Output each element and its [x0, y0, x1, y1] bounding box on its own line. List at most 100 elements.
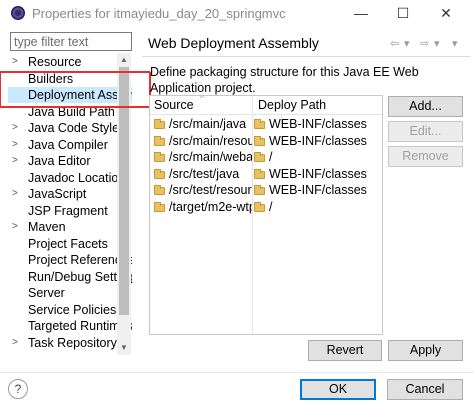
maximize-button[interactable]: ☐	[393, 4, 413, 22]
deploy-path: WEB-INF/classes	[269, 117, 367, 131]
tree-item[interactable]: Server	[8, 285, 132, 301]
tree-item[interactable]: Project References	[8, 252, 132, 268]
chevron-right-icon[interactable]: >	[12, 153, 22, 169]
tree-item-label: Java Build Path	[28, 104, 115, 119]
folder-icon	[254, 168, 265, 179]
help-icon[interactable]: ?	[8, 379, 28, 399]
tree-item[interactable]: Run/Debug Settings	[8, 269, 132, 285]
source-path: /src/test/resources	[169, 183, 252, 197]
folder-icon	[254, 135, 265, 146]
title-bar: Properties for itmayiedu_day_20_springmv…	[0, 0, 474, 28]
folder-icon	[154, 152, 165, 162]
minimize-button[interactable]: —	[351, 4, 371, 22]
tree-item[interactable]: Deployment Assembly	[8, 87, 132, 103]
tree-item-label: JSP Fragment	[28, 203, 108, 218]
source-path: /src/main/java	[169, 117, 247, 131]
tree-item-label: Javadoc Location	[28, 170, 126, 185]
tree-item[interactable]: Builders	[8, 71, 132, 87]
chevron-right-icon[interactable]: >	[12, 120, 22, 136]
tree-item-label: JavaScript	[28, 187, 87, 201]
table-row[interactable]: /src/main/webapp /	[150, 149, 382, 166]
tree-item[interactable]: Targeted Runtimes	[8, 318, 132, 334]
cancel-button[interactable]: Cancel	[387, 379, 463, 400]
remove-button[interactable]: Remove	[388, 146, 463, 167]
tree-scrollbar[interactable]: ▲ ▼	[117, 53, 131, 355]
deploy-cell: WEB-INF/classes	[254, 166, 380, 183]
deployment-table: Source ^ Deploy Path /src/main/java WEB-I…	[149, 95, 383, 335]
chevron-right-icon[interactable]: >	[12, 335, 22, 351]
tree-item-label: Java Code Style	[28, 121, 120, 135]
chevron-right-icon[interactable]: >	[12, 186, 22, 202]
tree-item-label: Builders	[28, 71, 74, 86]
tree-item-label: Resource	[28, 55, 82, 69]
deploy-cell: /	[254, 149, 380, 166]
column-header-source[interactable]: Source	[154, 98, 194, 112]
footer-divider	[0, 372, 474, 373]
forward-arrow-icon[interactable]: ⇨	[420, 37, 429, 50]
source-cell: /src/main/java	[154, 116, 252, 133]
source-cell: /src/test/resources	[154, 182, 252, 199]
back-arrow-icon[interactable]: ⇦	[390, 37, 399, 50]
sort-ascending-icon: ^	[200, 95, 204, 103]
deploy-path: /	[269, 150, 273, 164]
source-path: /src/main/resources	[169, 133, 252, 148]
folder-icon	[254, 152, 265, 162]
chevron-right-icon[interactable]: >	[12, 219, 22, 235]
eclipse-icon	[11, 6, 25, 20]
tree-item-label: Maven	[28, 220, 66, 234]
page-description: Define packaging structure for this Java…	[150, 65, 419, 95]
scroll-down-icon[interactable]: ▼	[119, 343, 129, 353]
tree-item[interactable]: > Java Code Style	[8, 120, 132, 136]
chevron-right-icon[interactable]: >	[12, 137, 22, 153]
property-tree: >ResourceBuildersDeployment AssemblyJava…	[8, 53, 132, 355]
source-path: /src/main/webapp	[169, 150, 252, 164]
deploy-cell: /	[254, 199, 380, 216]
chevron-right-icon[interactable]: >	[12, 54, 22, 70]
deploy-path: /	[269, 199, 273, 214]
column-header-deploy-path[interactable]: Deploy Path	[258, 98, 326, 112]
tree-item[interactable]: Service Policies	[8, 302, 132, 318]
page-title: Web Deployment Assembly	[148, 35, 319, 51]
add-button[interactable]: Add...	[388, 96, 463, 117]
table-header: Source ^ Deploy Path	[150, 96, 382, 115]
deploy-cell: WEB-INF/classes	[254, 116, 380, 133]
source-path: /src/test/java	[169, 166, 240, 181]
apply-button[interactable]: Apply	[388, 340, 463, 361]
tree-item[interactable]: > Java Editor	[8, 153, 132, 169]
source-path: /target/m2e-wtp/web-resources	[169, 199, 252, 214]
scroll-up-icon[interactable]: ▲	[119, 55, 129, 65]
table-row[interactable]: /src/test/java WEB-INF/classes	[150, 166, 382, 183]
table-row[interactable]: /src/test/resources WEB-INF/classes	[150, 182, 382, 199]
edit-button[interactable]: Edit...	[388, 121, 463, 142]
tree-item-label: Java Compiler	[28, 137, 108, 152]
folder-icon	[154, 185, 165, 195]
tree-item[interactable]: > Java Compiler	[8, 137, 132, 153]
tree-item[interactable]: > Resource	[8, 54, 132, 70]
tree-item[interactable]: Javadoc Location	[8, 170, 132, 186]
table-row[interactable]: /target/m2e-wtp/web-resources /	[150, 199, 382, 216]
deploy-path: WEB-INF/classes	[269, 166, 367, 181]
tree-item[interactable]: JSP Fragment	[8, 203, 132, 219]
revert-button[interactable]: Revert	[308, 340, 382, 361]
table-row[interactable]: /src/main/java WEB-INF/classes	[150, 116, 382, 133]
tree-item[interactable]: Project Facets	[8, 236, 132, 252]
view-menu-icon[interactable]: ▾	[452, 37, 458, 50]
ok-button[interactable]: OK	[300, 379, 376, 400]
tree-item[interactable]: > Maven	[8, 219, 132, 235]
header-divider	[142, 56, 470, 57]
window-title: Properties for itmayiedu_day_20_springmv…	[32, 6, 286, 21]
tree-item[interactable]: > Task Repository	[8, 335, 132, 351]
source-cell: /src/main/resources	[154, 133, 252, 150]
folder-icon	[254, 185, 265, 195]
tree-scrollbar-thumb[interactable]	[119, 67, 129, 315]
tree-item[interactable]: > JavaScript	[8, 186, 132, 202]
forward-menu-icon[interactable]: ▾	[434, 37, 440, 50]
source-cell: /src/test/java	[154, 166, 252, 183]
filter-input[interactable]	[10, 32, 132, 51]
table-row[interactable]: /src/main/resources WEB-INF/classes	[150, 133, 382, 150]
deploy-cell: WEB-INF/classes	[254, 182, 380, 199]
tree-item[interactable]: Java Build Path	[8, 104, 132, 120]
tree-item-label: Server	[28, 286, 65, 300]
close-button[interactable]: ✕	[436, 4, 456, 22]
back-menu-icon[interactable]: ▾	[404, 37, 410, 50]
